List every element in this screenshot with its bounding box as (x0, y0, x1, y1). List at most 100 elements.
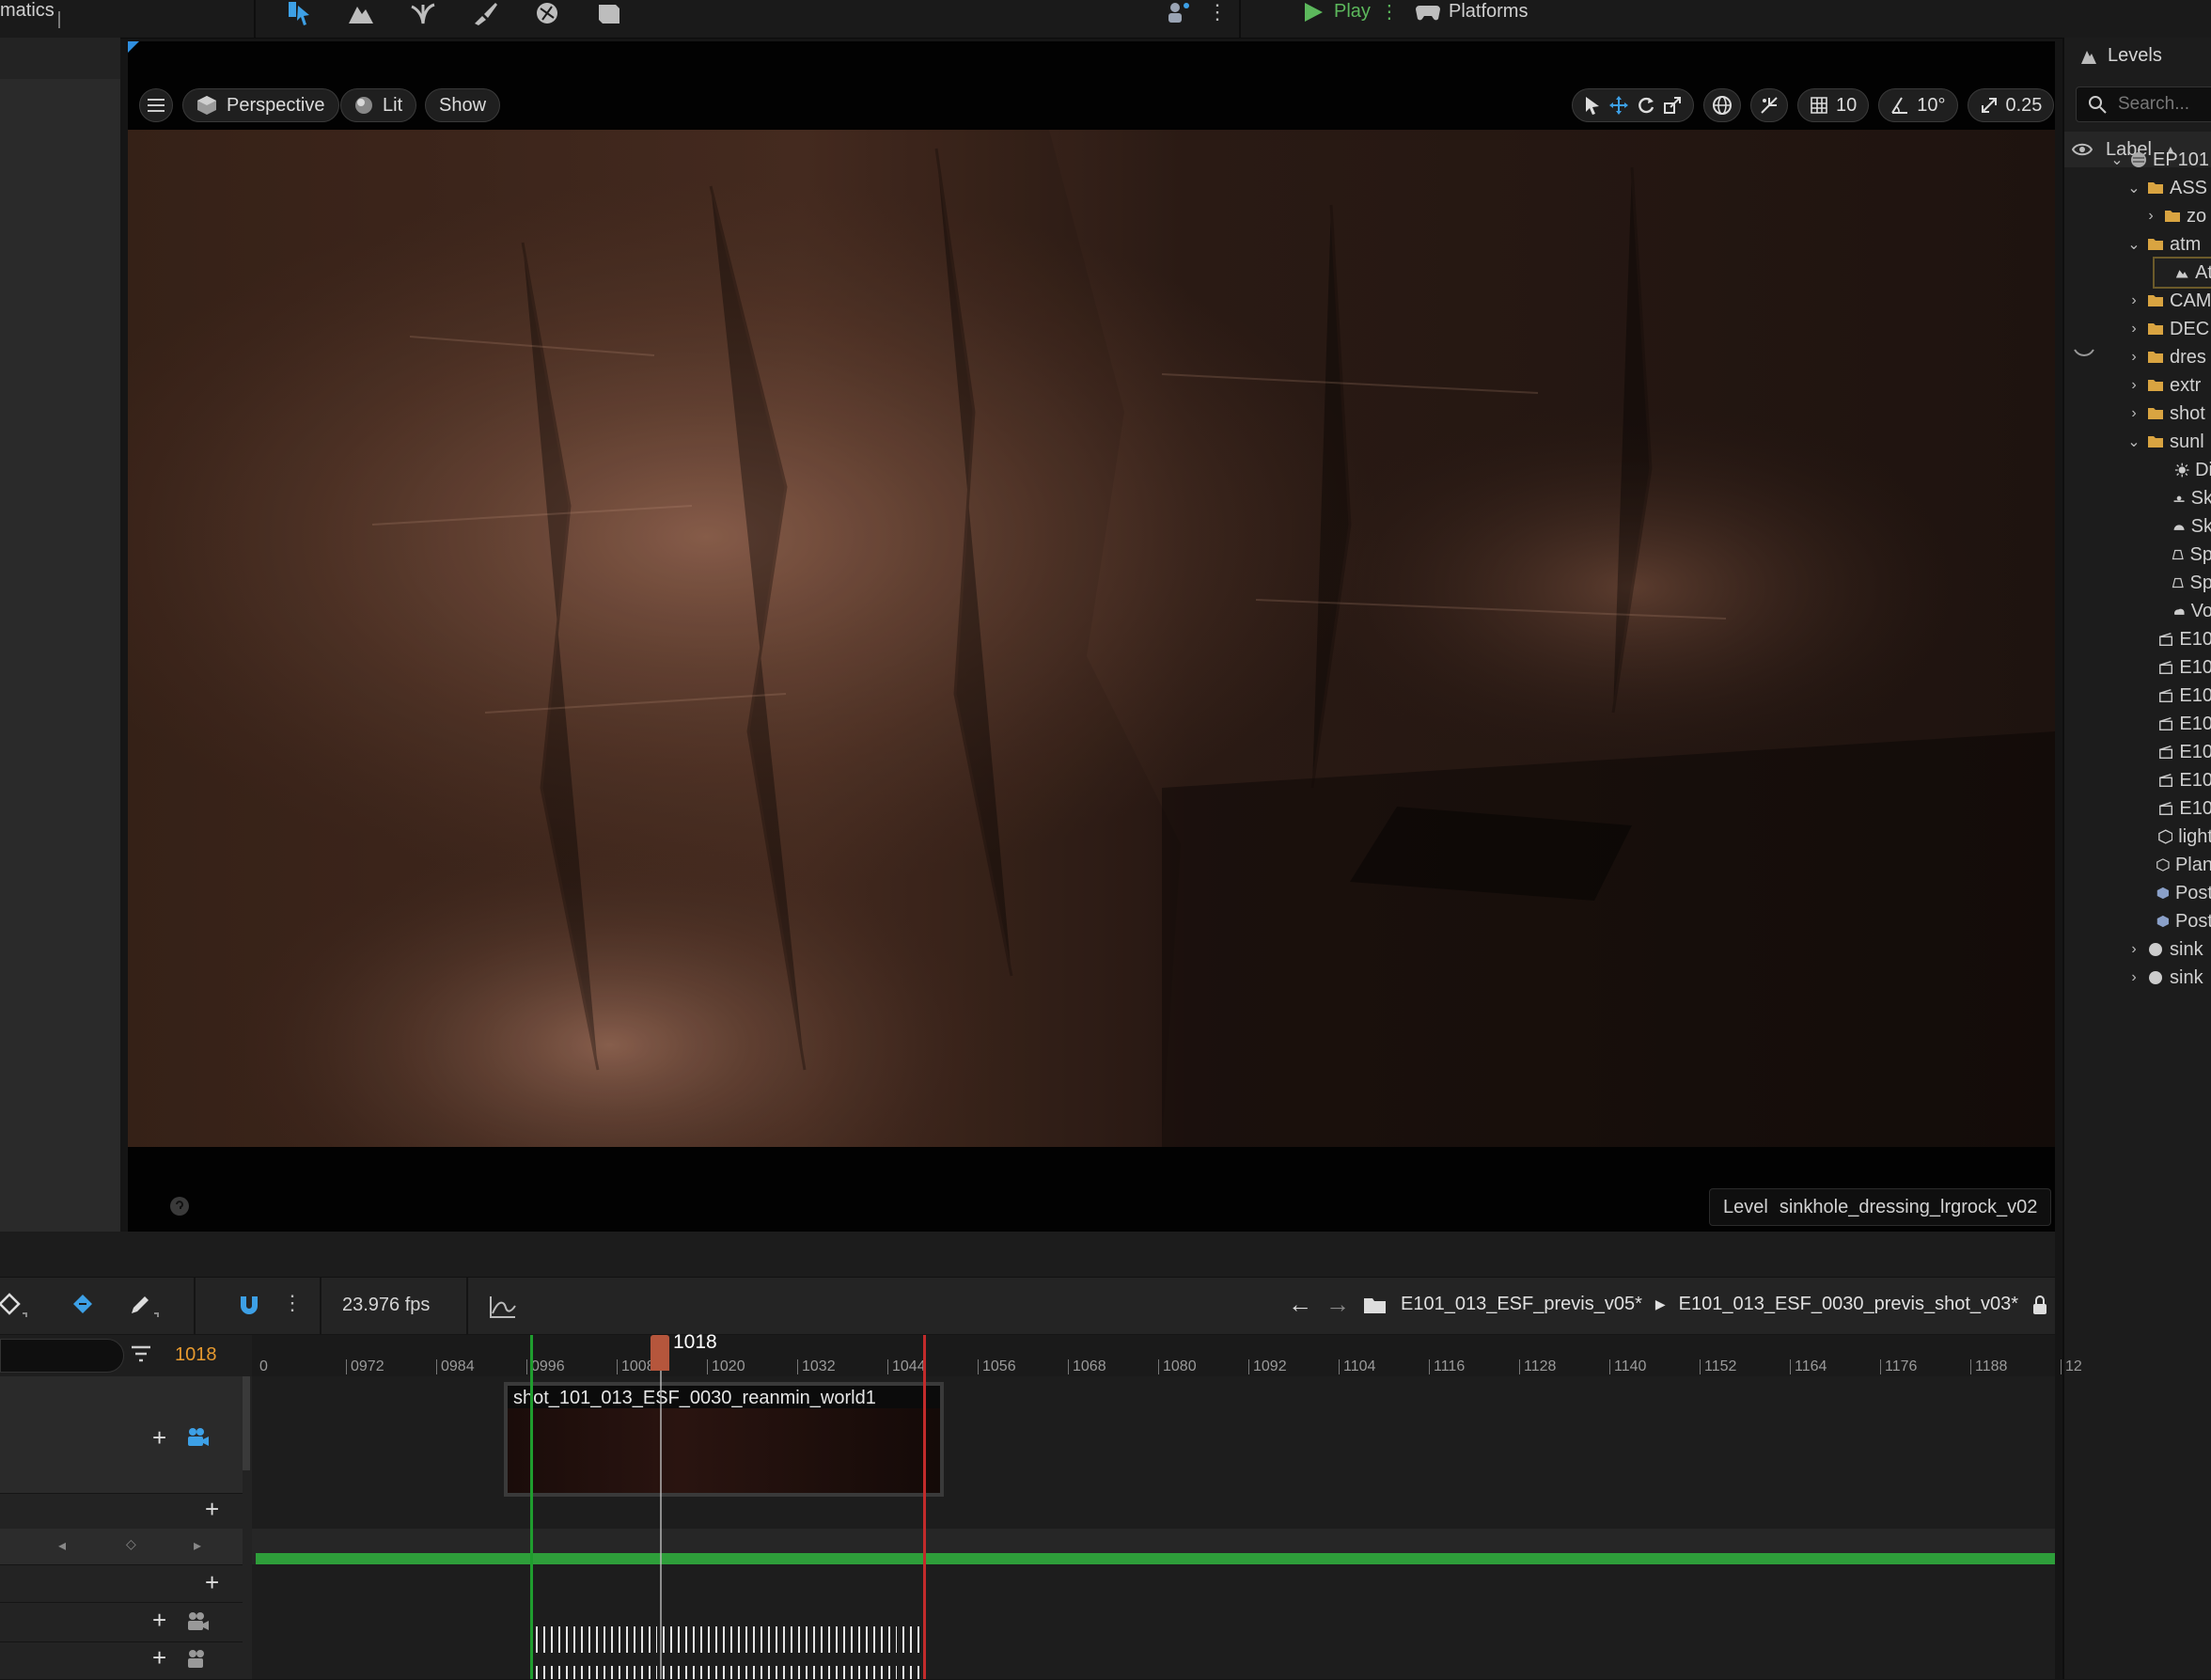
playback-end-marker[interactable] (923, 1335, 926, 1679)
grid-snap-button[interactable]: 10 (1797, 88, 1870, 122)
add-audio-icon[interactable]: + (152, 1643, 166, 1672)
track-row-add[interactable]: + (0, 1493, 243, 1530)
surface-snapping-button[interactable] (1750, 88, 1788, 122)
next-key-icon[interactable]: ▸ (194, 1536, 201, 1555)
outliner-row[interactable]: › extr (2126, 371, 2211, 400)
landscape-mode-button[interactable] (340, 0, 382, 26)
outliner-row[interactable]: Di (2155, 456, 2211, 484)
view-mode-button[interactable]: Lit (340, 88, 417, 122)
select-tool-button[interactable] (1584, 96, 1601, 115)
chevron-right-icon[interactable]: › (2126, 292, 2141, 309)
outliner-row[interactable]: ⌄ atm (2126, 230, 2211, 259)
fracture-mode-button[interactable] (526, 0, 568, 26)
folder-open-icon[interactable] (1363, 1295, 1388, 1315)
hidden-eye-icon[interactable] (2074, 346, 2094, 364)
outliner-row[interactable]: › sink (2126, 935, 2211, 964)
viewport-menu-button[interactable] (139, 88, 173, 122)
curve-editor-button[interactable] (489, 1295, 517, 1324)
outliner-row[interactable]: › CAM (2126, 287, 2211, 315)
quick-add-button[interactable] (1166, 0, 1194, 26)
lock-icon[interactable] (2031, 1295, 2048, 1315)
perspective-button[interactable]: Perspective (182, 88, 339, 122)
track-row-add-2[interactable]: + (0, 1564, 243, 1603)
playback-range-bar[interactable] (256, 1553, 2055, 1564)
frame-rate-button[interactable]: 23.976 fps (342, 1295, 430, 1316)
foliage-mode-button[interactable] (402, 0, 444, 26)
chevron-down-icon[interactable]: ⌄ (2109, 150, 2125, 169)
scale-snap-button[interactable]: 0.25 (1967, 88, 2055, 122)
add-track-icon[interactable]: + (205, 1495, 219, 1524)
track-search-input[interactable] (0, 1339, 124, 1373)
outliner-row[interactable]: Sp (2155, 541, 2211, 569)
outliner-row[interactable]: E10 (2140, 766, 2211, 794)
chevron-right-icon[interactable]: › (2126, 349, 2141, 366)
outliner-row[interactable]: ⌄ EP101 (2109, 146, 2211, 174)
outliner-row[interactable]: E10 (2140, 710, 2211, 738)
breadcrumb-child[interactable]: E101_013_ESF_0030_previs_shot_v03* (1679, 1294, 2018, 1315)
add-shot-icon[interactable]: + (152, 1423, 166, 1452)
camera-track-icon[interactable] (186, 1611, 211, 1632)
add-audio-icon[interactable]: + (152, 1606, 166, 1635)
rotate-snap-button[interactable]: 10° (1878, 88, 1958, 122)
playback-start-marker[interactable] (530, 1335, 533, 1679)
coordinate-system-button[interactable] (1703, 88, 1741, 122)
outliner-row[interactable]: ⌄ sunl (2126, 428, 2211, 456)
chevron-right-icon[interactable]: › (2126, 377, 2141, 394)
chevron-right-icon[interactable]: › (2126, 969, 2141, 986)
previous-key-icon[interactable]: ◂ (58, 1536, 66, 1555)
chevron-right-icon[interactable]: › (2126, 941, 2141, 958)
scale-tool-button[interactable] (1663, 96, 1682, 115)
outliner-row[interactable]: › dres (2126, 343, 2211, 371)
auto-key-button[interactable] (70, 1293, 98, 1324)
chevron-right-icon[interactable]: › (2143, 208, 2158, 225)
select-mode-button[interactable] (278, 0, 320, 26)
timeline-ruler[interactable]: 0 0972 0984 0996 1008 1020 1032 1044 1056 1068 108… (252, 1335, 2082, 1376)
outliner-row[interactable]: › sink (2126, 964, 2211, 992)
track-row-audio[interactable]: + (0, 1602, 243, 1642)
add-track-icon[interactable]: + (205, 1568, 219, 1597)
viewport-info-icon[interactable] (169, 1196, 190, 1221)
outliner-row[interactable]: Sk (2155, 512, 2211, 541)
chevron-down-icon[interactable]: ⌄ (2126, 235, 2141, 254)
outliner-row[interactable]: E10 (2140, 794, 2211, 823)
outliner-row[interactable]: Vo (2155, 597, 2211, 625)
rotate-tool-button[interactable] (1637, 96, 1655, 115)
translate-tool-button[interactable] (1608, 95, 1629, 116)
snap-options-icon[interactable]: ⋮ (282, 1291, 303, 1315)
chevron-down-icon[interactable]: ⌄ (2126, 179, 2141, 197)
outliner-row[interactable]: Post (2140, 879, 2211, 907)
outliner-row[interactable]: light (2140, 823, 2211, 851)
outliner-row[interactable]: Sp (2155, 569, 2211, 597)
filter-button[interactable] (130, 1342, 152, 1370)
show-button[interactable]: Show (425, 88, 501, 122)
outliner-row[interactable]: ⌄ ASS (2126, 174, 2211, 202)
snap-toggle-button[interactable] (237, 1293, 261, 1324)
outliner-row[interactable]: E10 (2140, 625, 2211, 653)
modeling-mode-button[interactable] (588, 0, 630, 26)
outliner-row[interactable]: E10 (2140, 738, 2211, 766)
track-list-scrollbar[interactable] (243, 1376, 250, 1470)
outliner-row[interactable]: At (2153, 257, 2211, 289)
outliner-row[interactable]: › zo (2143, 202, 2211, 230)
add-keyframe-button[interactable] (0, 1293, 28, 1324)
play-options-icon[interactable]: ⋮ (1380, 0, 1399, 24)
tab-cinematics-fragment[interactable]: matics (0, 0, 55, 22)
platforms-button[interactable]: Platforms (1415, 0, 1528, 23)
outliner-row[interactable]: E10 (2140, 653, 2211, 682)
current-frame-field[interactable]: 1018 (175, 1344, 217, 1366)
chevron-right-icon[interactable]: › (2126, 321, 2141, 338)
add-key-icon[interactable]: ◇ (126, 1536, 136, 1552)
back-arrow-icon[interactable]: ← (1288, 1290, 1312, 1319)
playhead-handle[interactable] (651, 1335, 669, 1371)
mesh-paint-mode-button[interactable] (464, 0, 506, 26)
outliner-row[interactable]: › DEC (2126, 315, 2211, 343)
play-button[interactable]: Play ⋮ (1302, 0, 1399, 24)
forward-arrow-icon[interactable]: → (1325, 1290, 1350, 1319)
camera-track-icon[interactable] (186, 1427, 211, 1448)
camera-track-icon[interactable] (186, 1649, 211, 1670)
outliner-row[interactable]: Post (2140, 907, 2211, 935)
edit-tools-button[interactable] (128, 1293, 160, 1324)
more-options-icon[interactable]: ⋮ (1207, 0, 1228, 24)
breadcrumb-parent[interactable]: E101_013_ESF_previs_v05* (1401, 1294, 1642, 1315)
chevron-right-icon[interactable]: › (2126, 405, 2141, 422)
